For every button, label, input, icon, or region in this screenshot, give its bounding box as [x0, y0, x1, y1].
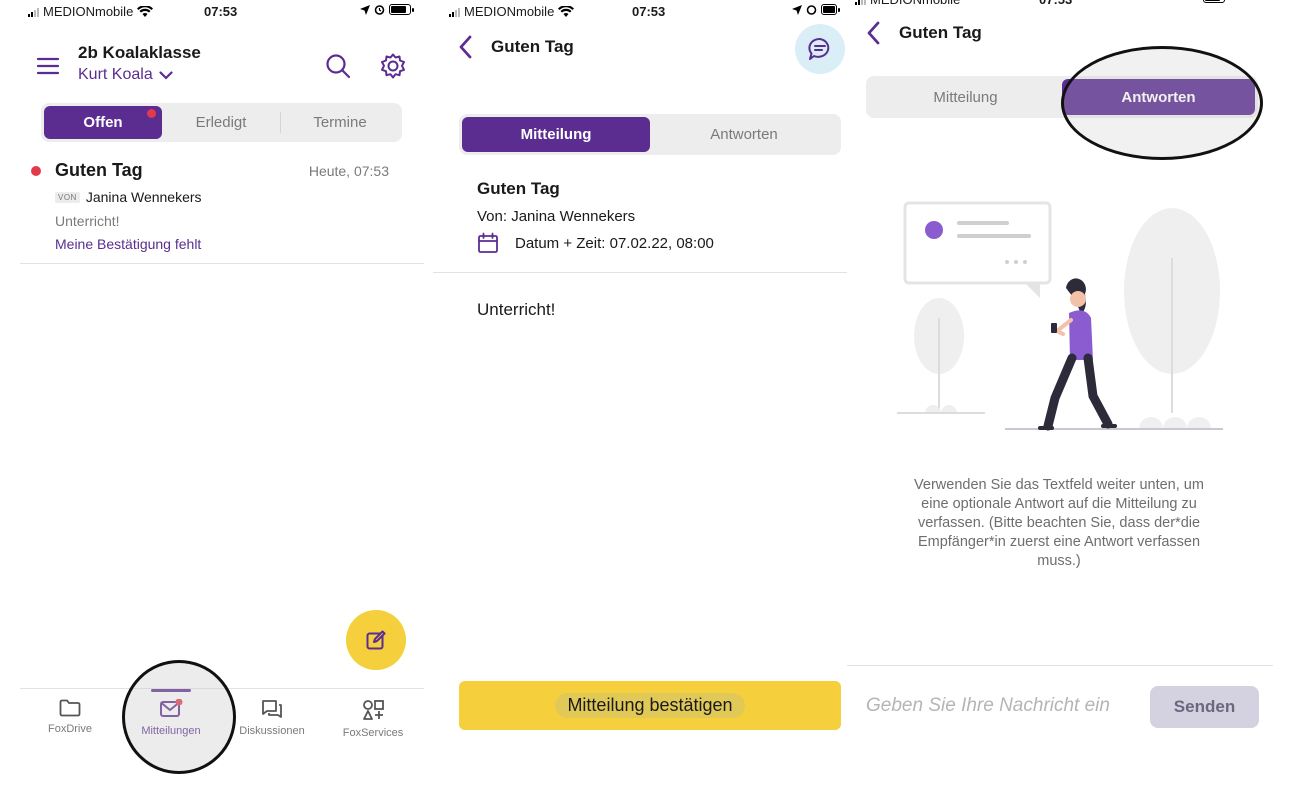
send-button[interactable]: Senden [1150, 686, 1259, 728]
folder-icon [59, 699, 81, 717]
battery-icon [389, 4, 414, 15]
status-right [1203, 0, 1225, 3]
message-sender: Von: Janina Wennekers [477, 208, 636, 225]
carrier: MEDIONmobile [855, 0, 960, 7]
highlight-circle [1061, 46, 1263, 160]
wifi-icon [137, 5, 154, 17]
confirmation-status: Meine Bestätigung fehlt [55, 236, 202, 252]
alarm-icon [806, 5, 817, 15]
screen-replies: MEDIONmobile 07:53 Guten Tag Mitteilung … [847, 0, 1315, 788]
search-icon[interactable] [324, 52, 352, 80]
tab-mitteilung-label: Mitteilung [933, 88, 998, 106]
tab-termine[interactable]: Termine [281, 106, 399, 139]
nav-foxdrive-label: FoxDrive [47, 723, 92, 735]
sender-name: Janina Wennekers [85, 189, 202, 205]
message-title: Guten Tag [55, 160, 143, 180]
divider [433, 272, 847, 273]
signal-icon [449, 7, 460, 17]
carrier-name: MEDIONmobile [464, 4, 555, 19]
message-sender: VON Janina Wennekers [55, 189, 202, 205]
carrier: MEDIONmobile [449, 4, 575, 19]
location-icon [360, 4, 370, 15]
tab-mitteilung-label: Mitteilung [520, 126, 592, 143]
alarm-icon [374, 5, 385, 15]
clock: 07:53 [1039, 0, 1072, 7]
notification-dot [147, 109, 156, 118]
status-right [360, 4, 414, 15]
tab-erledigt-label: Erledigt [195, 114, 247, 131]
tab-erledigt[interactable]: Erledigt [162, 106, 280, 139]
class-title[interactable]: 2b Koalaklasse [78, 43, 201, 63]
user-name: Kurt Koala [78, 66, 153, 83]
compose-button[interactable] [346, 610, 406, 670]
screen-messages-list: MEDIONmobile 07:53 2b Koalaklasse Kurt K… [0, 0, 433, 788]
user-selector[interactable]: Kurt Koala [78, 66, 173, 84]
hamburger-icon[interactable] [34, 54, 62, 78]
battery-icon [1203, 0, 1225, 3]
nav-foxservices[interactable]: FoxServices [323, 689, 423, 749]
tab-antworten[interactable]: Antworten [650, 117, 838, 152]
page-title: Guten Tag [899, 23, 982, 42]
divider [20, 263, 424, 264]
status-bar: MEDIONmobile 07:53 [847, 0, 1315, 10]
screen-message-detail: MEDIONmobile 07:53 Guten Tag Mitteilung … [433, 0, 847, 788]
wifi-icon [558, 5, 575, 17]
back-icon[interactable] [455, 34, 475, 60]
carrier: MEDIONmobile [28, 4, 154, 19]
confirm-label: Mitteilung bestätigen [555, 693, 745, 718]
tab-offen[interactable]: Offen [44, 106, 162, 139]
von-badge: VON [55, 191, 80, 203]
calendar-icon [478, 232, 498, 253]
nav-foxdrive[interactable]: FoxDrive [20, 689, 120, 749]
message-input[interactable]: Geben Sie Ihre Nachricht ein [866, 695, 1110, 717]
nav-foxservices-label: FoxServices [342, 727, 404, 739]
battery-icon [821, 4, 840, 15]
tab-mitteilung[interactable]: Mitteilung [462, 117, 650, 152]
signal-icon [855, 0, 866, 5]
tab-mitteilung[interactable]: Mitteilung [869, 79, 1062, 115]
confirm-button[interactable]: Mitteilung bestätigen [459, 681, 841, 730]
empty-state-hint: Verwenden Sie das Textfeld weiter unten,… [914, 477, 1204, 569]
status-right [792, 4, 840, 15]
highlight-circle [122, 660, 236, 774]
date-text: Datum + Zeit: 07.02.22, 08:00 [515, 234, 714, 252]
chat-icon [262, 700, 282, 718]
clock: 07:53 [632, 4, 666, 19]
status-bar: MEDIONmobile 07:53 [0, 0, 433, 22]
gear-icon[interactable] [378, 51, 408, 81]
location-icon [792, 4, 802, 15]
status-bar: MEDIONmobile 07:53 [433, 0, 847, 22]
edit-icon [366, 630, 386, 650]
discussion-button[interactable] [795, 24, 845, 74]
carrier-name: MEDIONmobile [43, 4, 134, 19]
clock: 07:53 [204, 4, 238, 19]
tab-offen-label: Offen [83, 114, 123, 131]
empty-state-illustration [897, 201, 1223, 431]
signal-icon [28, 7, 39, 17]
reply-composer: Geben Sie Ihre Nachricht ein Senden [847, 665, 1273, 745]
back-icon[interactable] [863, 20, 883, 46]
tab-antworten-label: Antworten [710, 126, 778, 143]
chat-bubble-icon [808, 38, 830, 60]
detail-tabs: Mitteilung Antworten [459, 114, 841, 155]
message-date: Datum + Zeit: 07.02.22, 08:00 [477, 232, 714, 254]
message-body: Unterricht! [477, 300, 556, 319]
send-label: Senden [1173, 697, 1236, 716]
nav-diskussionen-label: Diskussionen [239, 725, 305, 737]
carrier-name: MEDIONmobile [870, 0, 960, 7]
chevron-down-icon [159, 70, 173, 80]
page-title: Guten Tag [491, 37, 574, 56]
services-icon [363, 700, 384, 720]
message-snippet: Unterricht! [55, 213, 120, 229]
message-time: Heute, 07:53 [308, 163, 389, 179]
status-tabs: Offen Erledigt Termine [41, 103, 402, 142]
unread-dot [31, 166, 41, 176]
message-heading: Guten Tag [477, 179, 560, 198]
tab-termine-label: Termine [313, 114, 367, 131]
nav-diskussionen[interactable]: Diskussionen [222, 689, 322, 749]
